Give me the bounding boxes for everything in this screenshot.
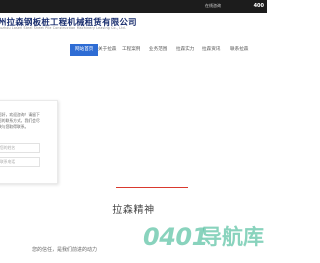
hotline-phone: 400 — [253, 3, 264, 9]
nav-item-about[interactable]: 关于拉森 — [98, 44, 116, 56]
watermark-number: 0401 — [143, 223, 208, 251]
watermark-logo: 0401 导航库 — [143, 224, 271, 250]
nav-item-home[interactable]: 网站首页 — [70, 44, 99, 56]
name-field[interactable]: 您的姓名 — [0, 143, 40, 153]
chat-widget: 您好，欢迎咨询！请留下您的联系方式，我们会尽快与您取得联系。 您的姓名 联系电话 — [0, 100, 58, 184]
top-bar: 在线咨询 400 — [0, 0, 267, 13]
section-divider — [116, 187, 188, 188]
main-nav: 网站首页 关于拉森 工程案例 业务范围 拉森实力 拉森资讯 联系拉森 — [0, 44, 267, 57]
nav-item-news[interactable]: 拉森资讯 — [202, 44, 220, 56]
section-title: 拉森精神 — [112, 205, 155, 216]
nav-item-contact[interactable]: 联系拉森 — [230, 44, 248, 56]
site-header: 州拉森钢板桩工程机械租赁有限公司 uzhou Lasen Steel Sheet… — [0, 13, 267, 37]
nav-item-cases[interactable]: 工程案例 — [122, 44, 140, 56]
company-name-en: uzhou Lasen Steel Sheet Pile Constructio… — [0, 26, 127, 30]
online-consult-link[interactable]: 在线咨询 — [205, 2, 221, 10]
nav-item-services[interactable]: 业务范围 — [149, 44, 167, 56]
watermark-brand: 导航库 — [201, 225, 264, 249]
nav-item-strength[interactable]: 拉森实力 — [176, 44, 194, 56]
section-intro-text: 您的信任，是我们前进的动力 — [32, 247, 98, 253]
chat-message: 您好，欢迎咨询！请留下您的联系方式，我们会尽快与您取得联系。 — [0, 112, 40, 129]
phone-field[interactable]: 联系电话 — [0, 157, 40, 167]
